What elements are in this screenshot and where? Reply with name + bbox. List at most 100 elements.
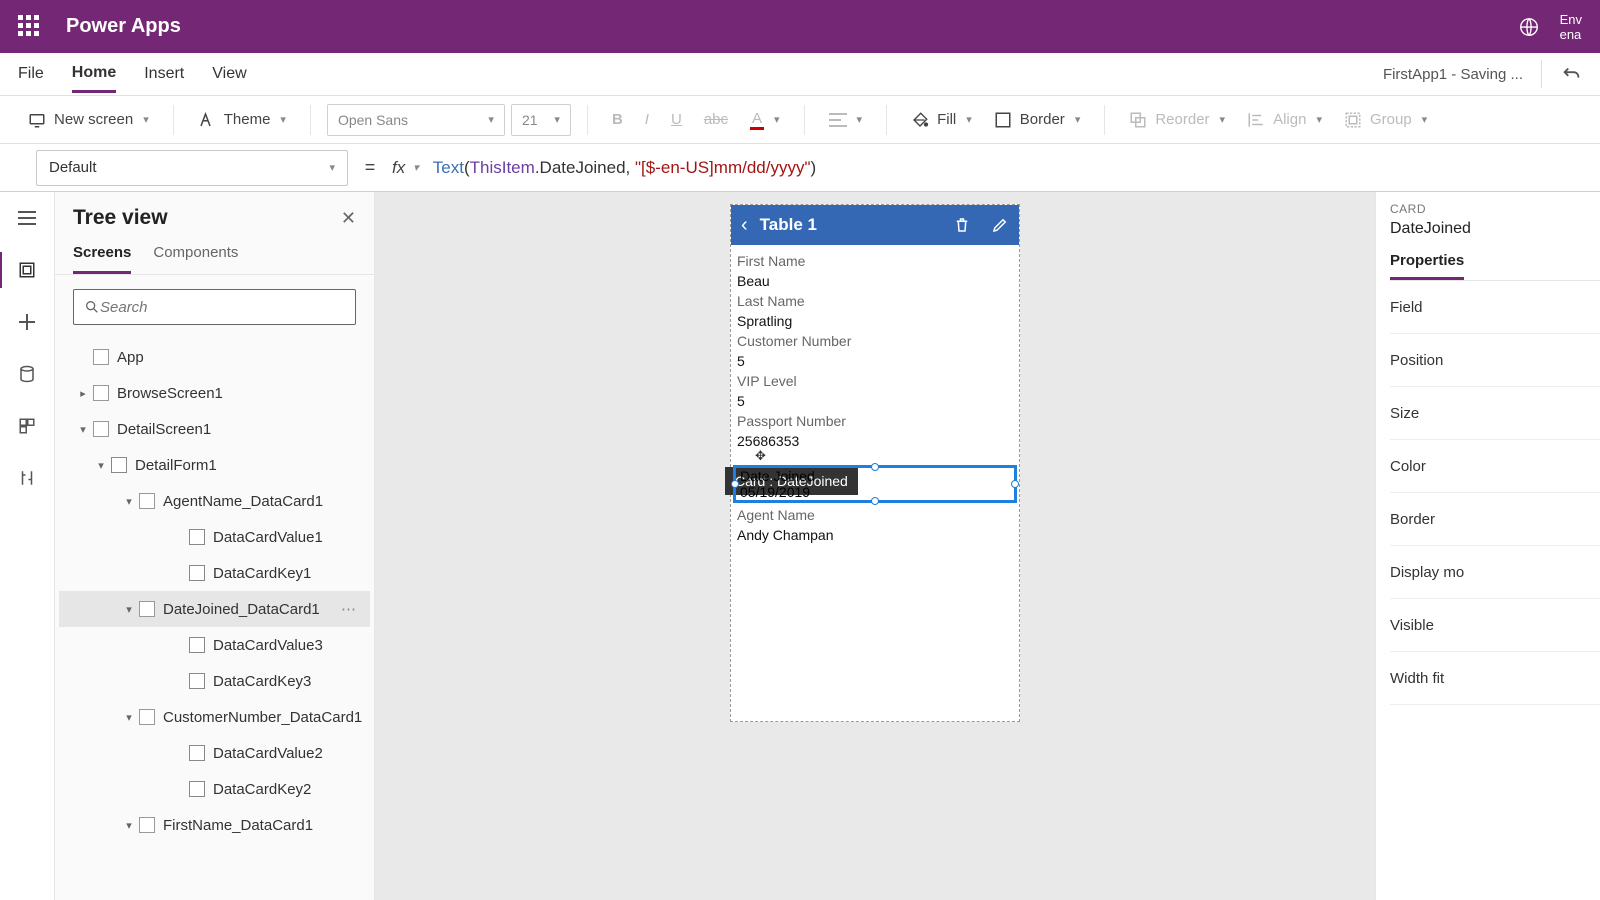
field-icon: [189, 673, 205, 689]
card-last-name[interactable]: Last NameSpratling: [737, 291, 1013, 331]
divider: [1541, 60, 1542, 88]
environment-icon[interactable]: [1518, 16, 1540, 38]
menu-insert[interactable]: Insert: [144, 57, 184, 91]
tab-components[interactable]: Components: [153, 244, 238, 274]
reorder-button[interactable]: Reorder▾: [1121, 107, 1233, 133]
delete-icon[interactable]: [953, 216, 971, 234]
app-icon: [93, 349, 109, 365]
form-icon: [111, 457, 127, 473]
prop-visible[interactable]: Visible: [1390, 599, 1600, 652]
prop-border[interactable]: Border: [1390, 493, 1600, 546]
preview-header: ‹ Table 1: [731, 205, 1019, 245]
menu-view[interactable]: View: [212, 57, 246, 91]
card-agent-name[interactable]: Agent NameAndy Champan: [737, 505, 1013, 545]
back-icon[interactable]: ‹: [741, 214, 748, 237]
canvas[interactable]: ‹ Table 1 First NameBeau Last NameSpratl…: [375, 192, 1375, 900]
field-icon: [189, 745, 205, 761]
new-screen-button[interactable]: New screen▾: [20, 107, 157, 133]
file-status: FirstApp1 - Saving ...: [1383, 66, 1523, 83]
tree-node-date-key[interactable]: DataCardKey3: [59, 663, 370, 699]
prop-width-fit[interactable]: Width fit: [1390, 652, 1600, 705]
underline-button[interactable]: U: [663, 107, 690, 132]
rail-insert-icon[interactable]: [13, 308, 41, 336]
prop-display-mode[interactable]: Display mo: [1390, 546, 1600, 599]
tree-node-fname-dc[interactable]: ▾FirstName_DataCard1: [59, 807, 370, 843]
ribbon: New screen▾ Theme▾ Open Sans▾ 21▾ B I U …: [0, 96, 1600, 144]
screen-icon: [93, 421, 109, 437]
rail-media-icon[interactable]: [13, 412, 41, 440]
app-launcher-icon[interactable]: [18, 15, 42, 39]
preview-title: Table 1: [760, 215, 817, 235]
property-dropdown[interactable]: Default▾: [36, 150, 348, 186]
menu-bar: File Home Insert View FirstApp1 - Saving…: [0, 53, 1600, 96]
edit-icon[interactable]: [991, 216, 1009, 234]
field-icon: [189, 637, 205, 653]
font-dropdown[interactable]: Open Sans▾: [327, 104, 505, 136]
card-customer-number[interactable]: Customer Number5: [737, 331, 1013, 371]
card-passport[interactable]: Passport Number25686353: [737, 411, 1013, 451]
rail-tree-icon[interactable]: [13, 256, 41, 284]
new-screen-label: New screen: [54, 111, 133, 128]
environment-label: Envena: [1560, 12, 1582, 42]
preview-body: First NameBeau Last NameSpratling Custom…: [731, 245, 1019, 551]
card-date-joined-selected[interactable]: Date Joined 05/19/2019: [733, 465, 1017, 503]
rail-hamburger-icon[interactable]: [13, 204, 41, 232]
fx-button[interactable]: fx▾: [392, 158, 419, 178]
equals-icon: =: [356, 157, 384, 178]
undo-icon[interactable]: [1560, 63, 1582, 85]
prop-name: DateJoined: [1390, 220, 1600, 238]
tree-node-agent-key[interactable]: DataCardKey1: [59, 555, 370, 591]
prop-position[interactable]: Position: [1390, 334, 1600, 387]
theme-button[interactable]: Theme▾: [190, 107, 294, 133]
formula-input[interactable]: Text(ThisItem.DateJoined, "[$-en-US]mm/d…: [427, 158, 1600, 178]
left-rail: [0, 192, 55, 900]
tree-node-date-dc[interactable]: ▾DateJoined_DataCard1⋯: [59, 591, 370, 627]
field-icon: [189, 565, 205, 581]
theme-label: Theme: [224, 111, 271, 128]
prop-size[interactable]: Size: [1390, 387, 1600, 440]
tree-node-cust-val[interactable]: DataCardValue2: [59, 735, 370, 771]
prop-color[interactable]: Color: [1390, 440, 1600, 493]
tree-node-app[interactable]: ▾App: [59, 339, 370, 375]
tree-node-cust-dc[interactable]: ▾CustomerNumber_DataCard1: [59, 699, 370, 735]
more-icon[interactable]: ⋯: [341, 600, 358, 618]
datacard-icon: [139, 493, 155, 509]
tree-node-agent-val[interactable]: DataCardValue1: [59, 519, 370, 555]
rail-data-icon[interactable]: [13, 360, 41, 388]
align-button[interactable]: Align▾: [1239, 107, 1330, 133]
menu-file[interactable]: File: [18, 57, 44, 91]
phone-preview[interactable]: ‹ Table 1 First NameBeau Last NameSpratl…: [730, 204, 1020, 722]
datacard-icon: [139, 709, 155, 725]
tree-title: Tree view: [73, 206, 168, 230]
tree-node-browse[interactable]: ▸BrowseScreen1: [59, 375, 370, 411]
font-size-dropdown[interactable]: 21▾: [511, 104, 571, 136]
group-button[interactable]: Group▾: [1336, 107, 1435, 133]
tree-node-detail[interactable]: ▾DetailScreen1: [59, 411, 370, 447]
tree-node-agent-dc[interactable]: ▾AgentName_DataCard1: [59, 483, 370, 519]
close-icon[interactable]: ✕: [341, 208, 356, 229]
strike-button[interactable]: abc: [696, 107, 736, 132]
card-first-name[interactable]: First NameBeau: [737, 251, 1013, 291]
menu-home[interactable]: Home: [72, 56, 116, 93]
search-input[interactable]: [100, 299, 345, 316]
font-color-button[interactable]: A▾: [742, 106, 788, 134]
tree-search[interactable]: [73, 289, 356, 325]
bold-button[interactable]: B: [604, 107, 631, 132]
prop-field[interactable]: Field: [1390, 281, 1600, 334]
fill-button[interactable]: Fill▾: [903, 107, 980, 133]
italic-button[interactable]: I: [637, 107, 657, 132]
tree-node-date-val[interactable]: DataCardValue3: [59, 627, 370, 663]
rail-tools-icon[interactable]: [13, 464, 41, 492]
screen-icon: [93, 385, 109, 401]
property-panel: CARD DateJoined Properties Field Positio…: [1375, 192, 1600, 900]
app-title: Power Apps: [66, 15, 181, 38]
formula-bar: Default▾ = fx▾ Text(ThisItem.DateJoined,…: [0, 144, 1600, 192]
tree-node-cust-key[interactable]: DataCardKey2: [59, 771, 370, 807]
tab-screens[interactable]: Screens: [73, 244, 131, 274]
border-button[interactable]: Border▾: [986, 107, 1089, 133]
text-align-button[interactable]: ▾: [821, 109, 871, 131]
tree-node-detailform[interactable]: ▾DetailForm1: [59, 447, 370, 483]
card-vip-level[interactable]: VIP Level5: [737, 371, 1013, 411]
search-icon: [84, 299, 100, 315]
prop-tab-properties[interactable]: Properties: [1390, 252, 1464, 280]
